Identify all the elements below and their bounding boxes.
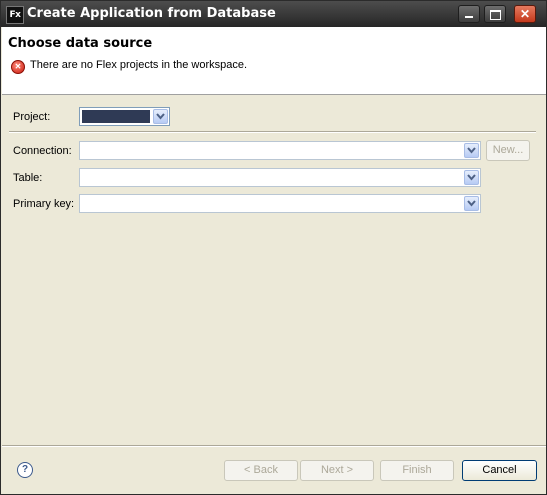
maximize-icon xyxy=(490,10,501,20)
primary-key-label: Primary key: xyxy=(13,198,75,210)
minimize-button[interactable] xyxy=(458,5,480,23)
project-combo-selection xyxy=(82,110,150,123)
next-button[interactable]: Next > xyxy=(300,460,374,481)
window-title: Create Application from Database xyxy=(27,6,276,21)
error-message: There are no Flex projects in the worksp… xyxy=(30,59,248,71)
help-icon[interactable]: ? xyxy=(17,462,33,478)
finish-button[interactable]: Finish xyxy=(380,460,454,481)
close-button[interactable]: ✕ xyxy=(514,5,536,23)
chevron-down-icon[interactable] xyxy=(464,196,479,211)
project-combo[interactable] xyxy=(79,107,170,126)
page-title: Choose data source xyxy=(8,36,153,51)
connection-label: Connection: xyxy=(13,145,72,157)
close-icon: ✕ xyxy=(519,7,531,21)
chevron-down-icon[interactable] xyxy=(153,109,168,124)
cancel-button[interactable]: Cancel xyxy=(462,460,537,481)
minimize-icon xyxy=(465,16,473,18)
project-label: Project: xyxy=(13,111,51,123)
wizard-header: Choose data source ✕ There are no Flex p… xyxy=(2,27,546,95)
form-separator xyxy=(9,131,536,133)
dialog-window: Fx Create Application from Database ✕ Ch… xyxy=(0,0,547,495)
back-button[interactable]: < Back xyxy=(224,460,298,481)
connection-combo[interactable] xyxy=(79,141,481,160)
maximize-button[interactable] xyxy=(484,5,506,23)
table-combo[interactable] xyxy=(79,168,481,187)
new-connection-button[interactable]: New... xyxy=(486,140,530,161)
chevron-down-icon[interactable] xyxy=(464,143,479,158)
error-icon: ✕ xyxy=(11,60,25,74)
primary-key-combo[interactable] xyxy=(79,194,481,213)
table-label: Table: xyxy=(13,172,43,184)
title-bar[interactable]: Fx Create Application from Database ✕ xyxy=(1,1,546,27)
footer-separator xyxy=(2,445,546,447)
flex-app-icon: Fx xyxy=(6,6,24,24)
chevron-down-icon[interactable] xyxy=(464,170,479,185)
